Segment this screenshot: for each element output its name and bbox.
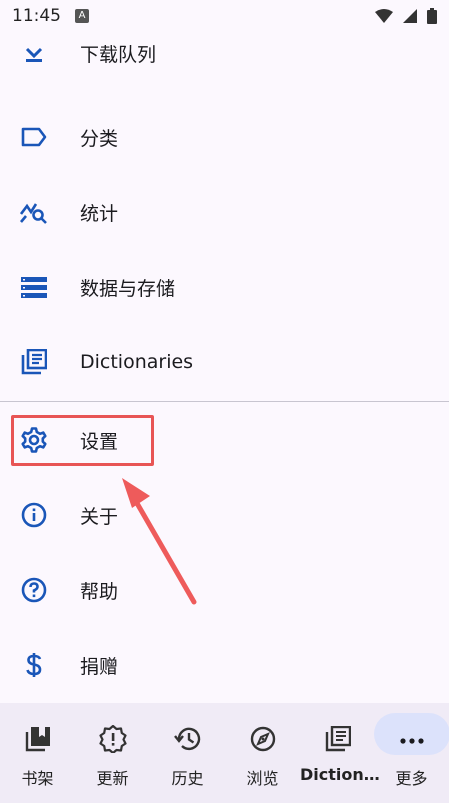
more-icon (398, 727, 426, 755)
menu-item-label: 下载队列 (80, 44, 157, 66)
menu-item-about[interactable]: 关于 (0, 478, 449, 552)
tab-history[interactable]: 历史 (150, 703, 225, 803)
tab-more[interactable]: 更多 (374, 703, 449, 803)
highlight-box (11, 415, 154, 466)
label-icon (20, 123, 48, 151)
compass-icon (249, 725, 277, 753)
menu-item-donate[interactable]: 捐赠 (0, 628, 449, 702)
tab-updates[interactable]: 更新 (75, 703, 150, 803)
status-time: 11:45 (12, 6, 61, 26)
tab-label: 更多 (395, 769, 428, 788)
battery-icon (427, 8, 437, 24)
library-icon (24, 725, 52, 753)
annotation-arrow (122, 478, 197, 605)
menu-item-label: 数据与存储 (80, 277, 176, 300)
menu-item-label: 统计 (80, 202, 119, 225)
history-icon (173, 725, 202, 753)
tab-label: Diction… (300, 765, 380, 784)
help-icon (20, 576, 48, 604)
signal-icon (403, 9, 417, 23)
tab-library[interactable]: 书架 (0, 703, 75, 803)
menu-item-label: 分类 (80, 127, 119, 150)
updates-icon (98, 725, 127, 753)
tab-label: 书架 (21, 769, 54, 788)
menu-item-stats[interactable]: 统计 (0, 175, 449, 249)
wifi-icon (375, 9, 393, 23)
tab-dictionaries[interactable]: Diction… (300, 703, 380, 803)
menu-item-data-storage[interactable]: 数据与存储 (0, 250, 449, 324)
menu-item-categories[interactable]: 分类 (0, 100, 449, 174)
menu-item-download-queue[interactable]: 下载队列 (0, 28, 449, 100)
download-icon (20, 44, 48, 72)
info-icon (20, 501, 48, 529)
tab-browse[interactable]: 浏览 (225, 703, 300, 803)
notification-icon: A (75, 9, 89, 23)
menu-item-dictionaries[interactable]: Dictionaries (0, 325, 449, 399)
menu-item-label: 捐赠 (80, 655, 119, 678)
menu-item-help[interactable]: 帮助 (0, 553, 449, 627)
menu-item-label: Dictionaries (80, 351, 194, 373)
stats-icon (20, 198, 48, 226)
tab-label: 历史 (171, 769, 204, 788)
dictionary-icon (20, 348, 48, 376)
storage-icon (20, 273, 48, 301)
dollar-icon (20, 651, 48, 679)
menu-divider (0, 401, 449, 402)
dictionary-icon (324, 725, 352, 753)
tab-label: 更新 (96, 769, 129, 788)
tab-label: 浏览 (246, 769, 279, 788)
